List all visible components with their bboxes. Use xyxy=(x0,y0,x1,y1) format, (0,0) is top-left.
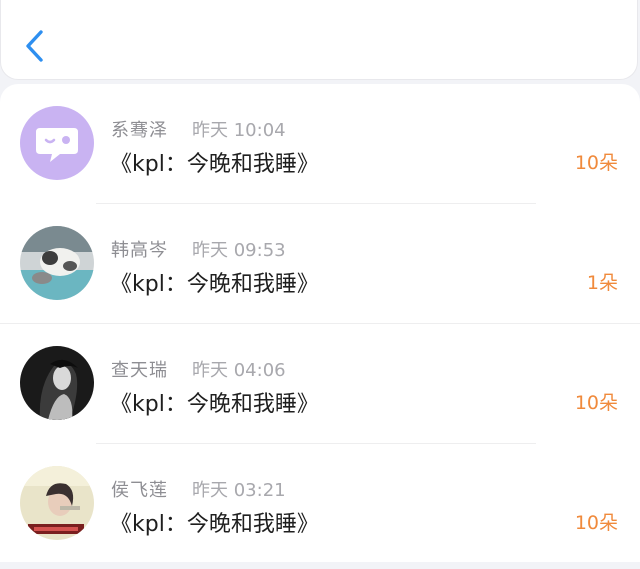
list-item[interactable]: 侯飞莲 昨天 03:21 《kpl：今晚和我睡》 10朵 xyxy=(0,444,640,564)
gift-record-list: 系骞泽 昨天 10:04 《kpl：今晚和我睡》 10朵 韩高岑 昨天 09:5… xyxy=(0,84,640,562)
back-button[interactable] xyxy=(17,24,53,68)
sender-name: 韩高岑 xyxy=(111,240,168,261)
flower-count: 10朵 xyxy=(574,392,618,414)
flower-count: 10朵 xyxy=(574,152,618,174)
dark-portrait-avatar xyxy=(20,346,94,420)
timestamp: 昨天 04:06 xyxy=(192,360,286,381)
light-portrait-avatar xyxy=(20,466,94,540)
avatar[interactable] xyxy=(20,346,94,420)
message-text: 《kpl：今晚和我睡》 xyxy=(110,272,319,297)
avatar[interactable] xyxy=(20,466,94,540)
message-text: 《kpl：今晚和我睡》 xyxy=(110,152,319,177)
flower-count: 1朵 xyxy=(586,272,618,294)
purple-chat-bubble-avatar xyxy=(20,106,94,180)
list-item[interactable]: 韩高岑 昨天 09:53 《kpl：今晚和我睡》 1朵 xyxy=(0,204,640,324)
timestamp: 昨天 03:21 xyxy=(192,480,286,501)
timestamp: 昨天 09:53 xyxy=(192,240,286,261)
sender-name: 侯飞莲 xyxy=(111,480,168,501)
top-bar xyxy=(0,0,638,80)
message-text: 《kpl：今晚和我睡》 xyxy=(110,512,319,537)
message-text: 《kpl：今晚和我睡》 xyxy=(110,392,319,417)
sender-name: 查天瑞 xyxy=(111,360,168,381)
avatar[interactable] xyxy=(20,226,94,300)
flower-count: 10朵 xyxy=(574,512,618,534)
avatar[interactable] xyxy=(20,106,94,180)
list-item[interactable]: 查天瑞 昨天 04:06 《kpl：今晚和我睡》 10朵 xyxy=(0,324,640,444)
timestamp: 昨天 10:04 xyxy=(192,120,286,141)
cat-photo-avatar xyxy=(20,226,94,300)
sender-name: 系骞泽 xyxy=(111,120,168,141)
list-item[interactable]: 系骞泽 昨天 10:04 《kpl：今晚和我睡》 10朵 xyxy=(0,84,640,204)
chevron-left-icon xyxy=(26,30,43,62)
